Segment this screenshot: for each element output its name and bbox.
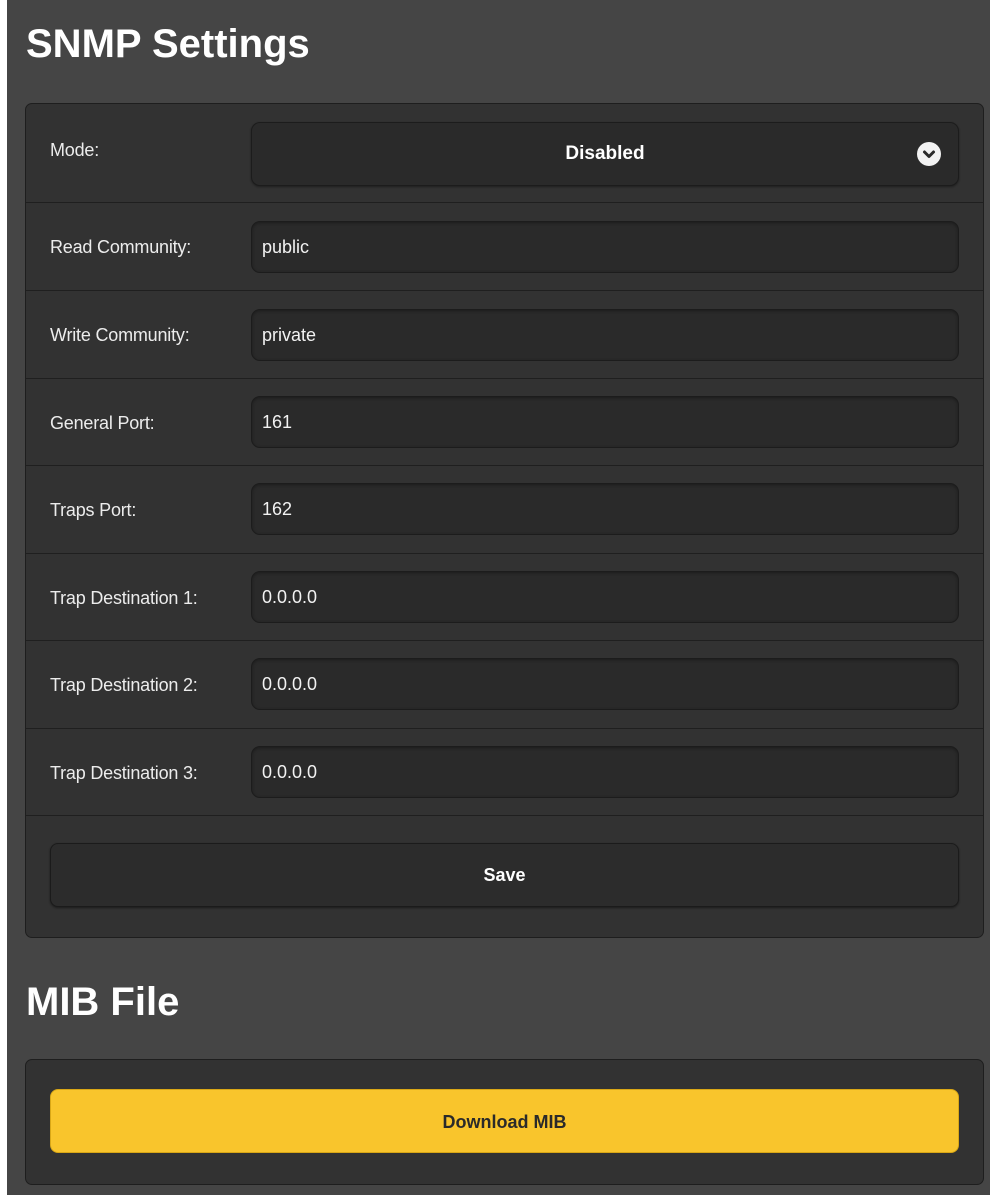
save-button[interactable]: Save	[50, 843, 959, 907]
general-port-label: General Port:	[50, 413, 155, 433]
mib-file-panel: Download MIB	[25, 1059, 984, 1185]
general-port-input[interactable]	[251, 396, 959, 448]
mib-file-title: MIB File	[26, 980, 180, 1024]
snmp-settings-panel: Mode: Disabled Read Community: Write Com…	[25, 103, 984, 938]
traps-port-input[interactable]	[251, 483, 959, 535]
read-community-row: Read Community:	[26, 203, 983, 291]
download-mib-button[interactable]: Download MIB	[50, 1089, 959, 1153]
write-community-input[interactable]	[251, 309, 959, 361]
general-port-row: General Port:	[26, 379, 983, 466]
write-community-label: Write Community:	[50, 325, 190, 345]
read-community-label: Read Community:	[50, 237, 192, 257]
trap-destination-2-input[interactable]	[251, 658, 959, 710]
traps-port-row: Traps Port:	[26, 466, 983, 554]
write-community-row: Write Community:	[26, 291, 983, 379]
traps-port-label: Traps Port:	[50, 500, 137, 520]
mode-label: Mode:	[50, 140, 100, 160]
read-community-input[interactable]	[251, 221, 959, 273]
mode-selected-value: Disabled	[565, 143, 645, 164]
trap-destination-1-row: Trap Destination 1:	[26, 554, 983, 641]
trap-destination-1-input[interactable]	[251, 571, 959, 623]
chevron-down-icon	[917, 142, 941, 166]
mode-select[interactable]: Disabled	[251, 122, 959, 186]
trap-destination-1-label: Trap Destination 1:	[50, 588, 198, 608]
trap-destination-3-row: Trap Destination 3:	[26, 729, 983, 816]
snmp-settings-title: SNMP Settings	[26, 22, 310, 66]
trap-destination-3-label: Trap Destination 3:	[50, 763, 198, 783]
trap-destination-2-label: Trap Destination 2:	[50, 675, 198, 695]
trap-destination-2-row: Trap Destination 2:	[26, 641, 983, 729]
mode-row: Mode: Disabled	[26, 104, 983, 203]
trap-destination-3-input[interactable]	[251, 746, 959, 798]
snmp-settings-page: SNMP Settings Mode: Disabled Read Commun…	[7, 0, 990, 1195]
